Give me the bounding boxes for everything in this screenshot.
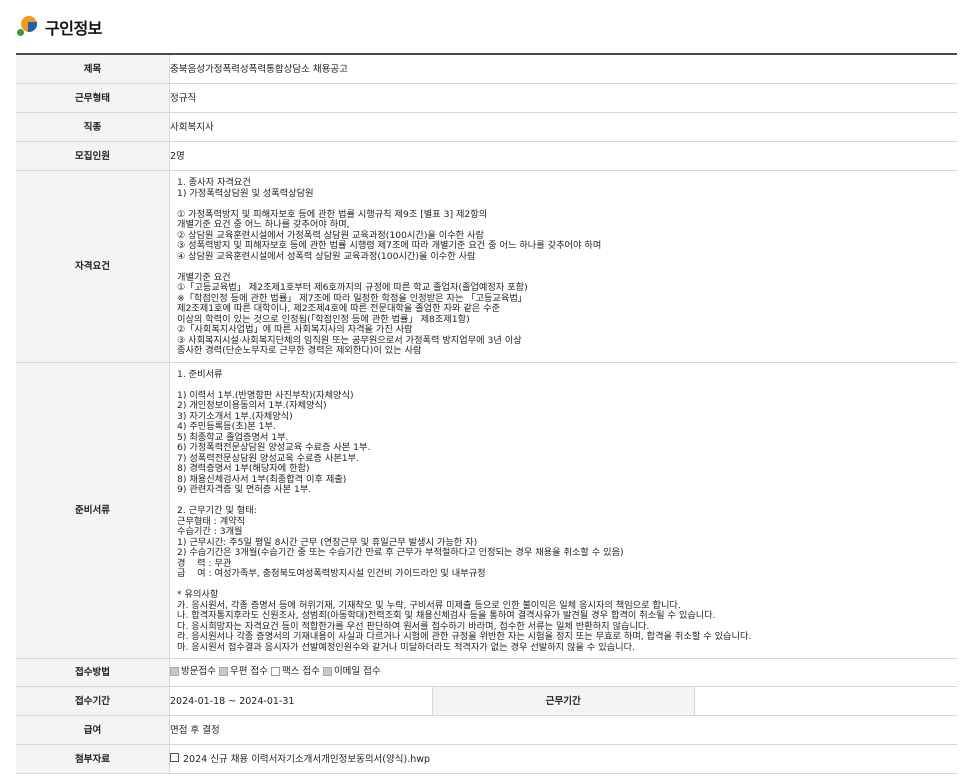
row-label: 근무형태 [16,83,170,113]
text-line: 개별기준 요건 중 어느 하나를 갖추어야 하며, [177,219,350,230]
headcount-value: 2명 [169,141,957,171]
row-label: 직종 [16,112,170,142]
checkbox-label: 방문접수 [181,666,216,677]
row-attachment: 첨부자료 2024 신규 채용 이력서자기소개서개인정보동의서(양식).hwp [16,744,957,774]
apply-method-checkbox[interactable]: 방문접수 [170,666,216,677]
row-headcount: 모집인원 2명 [16,141,957,171]
text-line: ③ 성폭력방지 및 피해자보호 등에 관한 법률 시행령 제7조에 따라 개별기… [177,240,602,251]
section-header: 구인정보 [17,14,102,40]
text-line: 1) 가정폭력상담원 및 성폭력상담원 [177,187,314,199]
text-line: 근무형태 : 계약직 [177,515,246,527]
attachment-link[interactable]: 2024 신규 채용 이력서자기소개서개인정보동의서(양식).hwp [170,753,431,765]
row-label: 접수방법 [16,658,170,687]
text-line: 마. 응시원서 접수결과 응시자가 선발예정인원수와 같거나 미달하더라도 적격… [177,641,635,653]
apply-method-checkbox[interactable]: 팩스 접수 [270,666,320,677]
row-work-type: 근무형태 정규직 [16,83,957,113]
row-label: 준비서류 [16,362,170,659]
text-line: * 유의사항 [177,589,219,600]
apply-period-value: 2024-01-18 ~ 2024-01-31 [169,686,432,716]
row-apply-period: 접수기간 2024-01-18 ~ 2024-01-31 근무기간 [16,686,957,716]
documents-text: 1. 준비서류 1) 이력서 1부.(반명함판 사진부착)(자체양식) 2) 개인정… [170,363,957,659]
text-line: 4) 주민등록등(초)본 1부. [177,421,276,432]
text-line [177,199,957,210]
text-line: 6) 가정폭력전문상담원 양성교육 수료증 사본 1부. [177,442,371,453]
checkbox-label: 우편 접수 [229,666,268,677]
text-line: 1. 종사자 자격요건 [177,177,251,188]
text-line: ④ 상담원 교육훈련시설에서 성폭력 상담원 교육과정(100시간)을 이수한 … [177,250,476,262]
job-title-value: 충북음성가정폭력성폭력통합상담소 채용공고 [169,54,957,84]
job-info-table: 제목 충북음성가정폭력성폭력통합상담소 채용공고 근무형태 정규직 직종 사회복… [16,53,957,774]
text-line: 2) 개인정보이용동의서 1부.(자체양식) [177,400,327,411]
text-line: 2) 수습기간은 3개월(수습기간 중 또는 수습기간 만료 후 근무가 부적절… [177,547,624,558]
text-line: 2. 근무기간 및 형태: [177,505,257,516]
text-line: 1. 준비서류 [177,368,223,380]
text-line: 급 여 : 여성가족부, 충청북도여성폭력방지시설 인건비 가이드라인 및 내부… [177,568,486,579]
text-line: 8) 경력증명서 1부(해당자에 한함) [177,463,310,474]
work-type-value: 정규직 [169,83,957,113]
row-label: 접수기간 [16,686,170,716]
section-title: 구인정보 [45,19,102,38]
row-label: 자격요건 [16,170,170,363]
text-line: ②「사회복지사업법」에 따른 사회복지사의 자격을 가진 사람 [177,324,413,335]
text-line [177,496,957,507]
text-line: 수습기간 : 3개월 [177,526,243,537]
row-label: 급여 [16,715,170,745]
row-job-category: 직종 사회복지사 [16,112,957,142]
salary-value: 면접 후 결정 [169,715,957,745]
checkbox-label: 이메일 접수 [333,666,381,677]
text-line: 제2조제1호에 따른 대학이나, 제2조제4호에 따른 전문대학을 졸업한 자와… [177,303,501,314]
row-label: 모집인원 [16,141,170,171]
row-apply-method: 접수방법 방문접수 우편 접수 팩스 접수 이메일 접수 [16,658,957,687]
apply-method-checkbox[interactable]: 우편 접수 [218,666,268,677]
job-category-value: 사회복지사 [169,112,957,142]
text-line: 라. 응시원서나 각종 증명서의 기재내용이 사실과 다르거나 시험에 관한 규… [177,631,752,642]
text-line: 종사한 경력(단순노무자로 근무한 경력은 제외한다)이 있는 사람 [177,345,422,356]
work-period-label: 근무기간 [431,686,695,716]
checkbox-icon [170,667,179,676]
logo-icon [17,16,39,38]
attachment-filename: 2024 신규 채용 이력서자기소개서개인정보동의서(양식).hwp [183,754,431,765]
text-line: 9) 관련자격증 및 면허증 사본 1부. [177,484,312,495]
qualifications-text: 1. 종사자 자격요건 1) 가정폭력상담원 및 성폭력상담원 ① 가정폭력방지 및… [170,171,957,362]
file-icon [170,753,179,762]
text-line [177,380,957,391]
row-salary: 급여 면접 후 결정 [16,715,957,745]
row-label: 제목 [16,54,170,84]
text-line: 3) 자기소개서 1부.(자체양식) [177,410,293,422]
checkbox-icon [322,667,332,676]
checkbox-icon [218,667,228,676]
work-period-value [694,686,957,716]
text-line: 나. 합격자통지후라도 신원조사, 성범죄(아동학대)전력조회 및 채용신체검사… [177,610,716,621]
checkbox-icon [270,667,280,676]
row-qualifications: 자격요건 1. 종사자 자격요건 1) 가정폭력상담원 및 성폭력상담원 ① 가정폭… [16,170,957,363]
apply-method-checkbox[interactable]: 이메일 접수 [322,666,381,677]
row-label: 첨부자료 [16,744,170,774]
apply-method-options: 방문접수 우편 접수 팩스 접수 이메일 접수 [170,666,384,679]
row-documents: 준비서류 1. 준비서류 1) 이력서 1부.(반명함판 사진부착)(자체양식) 2… [16,362,957,659]
row-title: 제목 충북음성가정폭력성폭력통합상담소 채용공고 [16,54,957,84]
text-line [177,580,957,591]
checkbox-label: 팩스 접수 [281,666,320,677]
text-line [177,262,957,273]
text-line: ①「고등교육법」 제2조제1호부터 제6호까지의 규정에 따른 학교 졸업자(졸… [177,282,528,293]
